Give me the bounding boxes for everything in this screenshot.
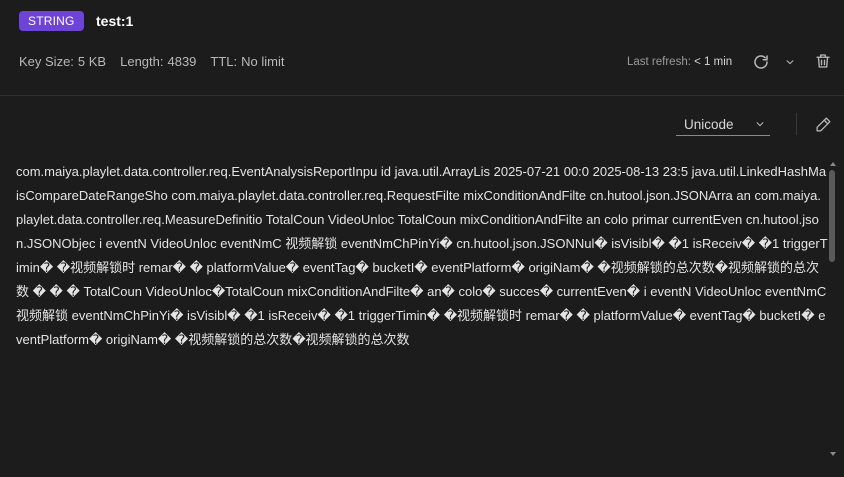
pencil-icon[interactable] [812,113,834,135]
key-meta-row: Key Size: 5 KB Length: 4839 TTL: No limi… [19,54,284,69]
key-header: STRING test:1 Key Size: 5 KB Length: 483… [0,0,844,96]
scroll-thumb[interactable] [829,170,835,262]
chevron-down-icon [755,116,765,134]
type-badge: STRING [19,11,84,31]
last-refresh-label: Last refresh: [627,56,691,68]
encoding-select[interactable]: Unicode [676,114,770,136]
last-refresh: Last refresh: < 1 min [627,56,732,68]
string-value[interactable]: com.maiya.playlet.data.controller.req.Ev… [16,160,828,477]
key-size-label: Key Size: [19,54,74,69]
key-ttl-label: TTL: [210,54,238,69]
refresh-icon[interactable] [750,51,772,73]
last-refresh-value: < 1 min [694,56,733,68]
key-ttl[interactable]: TTL: No limit [210,54,284,69]
value-scrollbar[interactable] [828,160,838,470]
key-length-label: Length: [120,54,164,69]
key-ttl-value[interactable]: No limit [241,54,284,69]
trash-icon[interactable] [812,50,834,72]
key-length: Length: 4839 [120,54,196,69]
chevron-down-icon[interactable] [783,55,797,69]
toolbar-divider [796,113,797,135]
string-value-text: com.maiya.playlet.data.controller.req.Ev… [16,164,828,347]
key-size-value: 5 KB [77,54,107,69]
key-name[interactable]: test:1 [96,13,133,29]
scroll-up-arrow[interactable] [830,162,836,166]
key-size: Key Size: 5 KB [19,54,106,69]
encoding-value: Unicode [684,117,734,132]
key-length-value: 4839 [167,54,197,69]
scroll-down-arrow[interactable] [830,452,836,456]
